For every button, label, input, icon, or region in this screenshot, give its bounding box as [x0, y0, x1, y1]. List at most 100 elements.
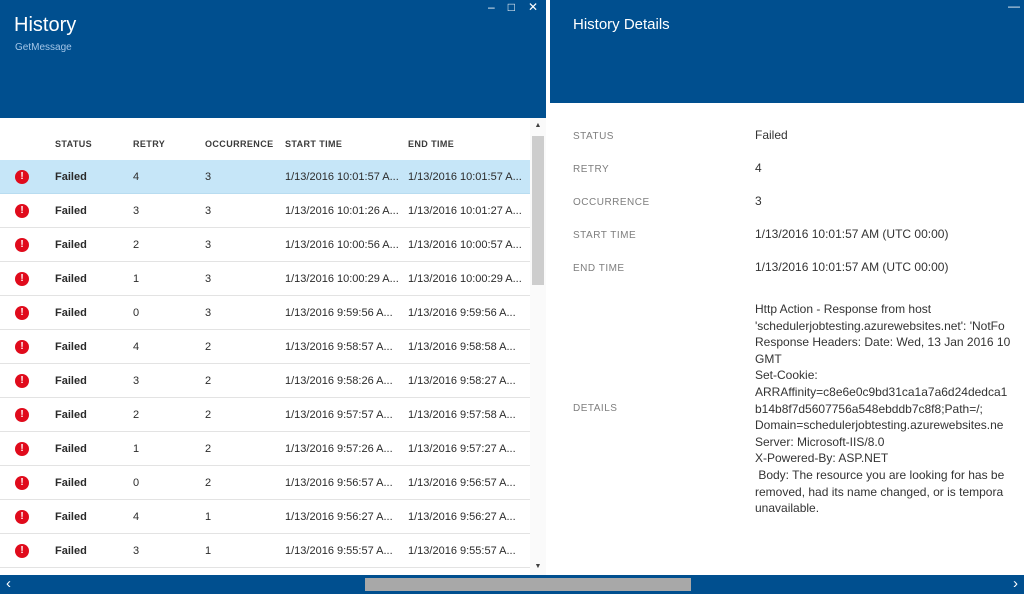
detail-field-label: OCCURRENCE — [573, 197, 650, 208]
row-icon-cell: ! — [14, 305, 55, 320]
table-row[interactable]: ! Failed 2 3 1/13/2016 10:00:56 A... 1/13/201… — [0, 228, 530, 262]
page-title: History — [14, 14, 77, 36]
details-line: GMT — [755, 351, 782, 366]
detail-field: END TIME 1/13/2016 10:01:57 AM (UTC 00:00… — [550, 260, 1024, 293]
row-icon-cell: ! — [14, 203, 55, 218]
row-retry: 2 — [133, 408, 140, 421]
error-icon: ! — [15, 543, 29, 558]
details-fields: STATUS Failed RETRY 4 OCCURRENCE 3 START TIME 1… — [550, 128, 1024, 293]
table-row[interactable]: ! Failed 3 1 1/13/2016 9:55:57 A... 1/13/2016… — [0, 534, 530, 568]
table-row[interactable]: ! Failed 4 2 1/13/2016 9:58:57 A... 1/13/2016… — [0, 330, 530, 364]
column-header-start-time: START TIME — [285, 139, 343, 149]
detail-field: START TIME 1/13/2016 10:01:57 AM (UTC 00:… — [550, 227, 1024, 260]
row-start-time: 1/13/2016 9:57:57 A... — [285, 408, 393, 421]
table-row[interactable]: ! Failed 4 3 1/13/2016 10:01:57 A... 1/13/201… — [0, 160, 530, 194]
history-details-header: History Details — — [550, 0, 1024, 103]
row-start-time: 1/13/2016 9:59:56 A... — [285, 306, 393, 319]
scroll-down-icon[interactable]: ▼ — [530, 559, 546, 575]
row-end-time: 1/13/2016 9:57:27 A... — [408, 442, 516, 455]
row-start-time: 1/13/2016 9:58:26 A... — [285, 374, 393, 387]
row-occurrence: 3 — [205, 204, 212, 217]
row-start-time: 1/13/2016 9:57:26 A... — [285, 442, 393, 455]
detail-field-value: 1/13/2016 10:01:57 AM (UTC 00:00) — [755, 260, 949, 274]
history-details-body: STATUS Failed RETRY 4 OCCURRENCE 3 START TIME 1… — [550, 103, 1024, 575]
row-status: Failed — [55, 238, 87, 251]
row-status: Failed — [55, 408, 87, 421]
vertical-scrollbar-thumb[interactable] — [532, 136, 544, 285]
table-row[interactable]: ! Failed 1 3 1/13/2016 10:00:29 A... 1/13/201… — [0, 262, 530, 296]
table-row[interactable]: ! Failed 3 2 1/13/2016 9:58:26 A... 1/13/2016… — [0, 364, 530, 398]
detail-field-value: Failed — [755, 128, 788, 142]
table-row[interactable]: ! Failed 4 1 1/13/2016 9:56:27 A... 1/13/2016… — [0, 500, 530, 534]
row-icon-cell: ! — [14, 169, 55, 184]
row-occurrence: 2 — [205, 476, 212, 489]
table-row[interactable]: ! Failed 3 3 1/13/2016 10:01:26 A... 1/13/201… — [0, 194, 530, 228]
error-icon: ! — [15, 509, 29, 524]
row-icon-cell: ! — [14, 237, 55, 252]
column-header-status: STATUS — [55, 139, 93, 149]
details-line: removed, had its name changed, or is tem… — [755, 484, 1004, 499]
details-line: Server: Microsoft-IIS/8.0 — [755, 434, 885, 449]
error-icon: ! — [15, 271, 29, 286]
page-subtitle: GetMessage — [15, 42, 72, 53]
row-icon-cell: ! — [14, 339, 55, 354]
scroll-right-icon[interactable]: › — [1013, 575, 1018, 593]
details-line: b14b8f7d5607756a548ebddb7c8f8;Path=/; — [755, 401, 983, 416]
history-table-body: ! Failed 4 3 1/13/2016 10:01:57 A... 1/13/201… — [0, 160, 530, 568]
row-occurrence: 2 — [205, 340, 212, 353]
history-table: STATUS RETRY OCCURRENCE START TIME END T… — [0, 118, 530, 575]
table-row[interactable]: ! Failed 0 2 1/13/2016 9:56:57 A... 1/13/2016… — [0, 466, 530, 500]
table-row[interactable]: ! Failed 1 2 1/13/2016 9:57:26 A... 1/13/2016… — [0, 432, 530, 466]
detail-field-label: END TIME — [573, 263, 625, 274]
row-status: Failed — [55, 204, 87, 217]
row-end-time: 1/13/2016 9:56:57 A... — [408, 476, 516, 489]
scroll-left-icon[interactable]: ‹ — [6, 575, 11, 593]
row-end-time: 1/13/2016 10:00:29 A... — [408, 272, 522, 285]
scroll-up-icon[interactable]: ▲ — [530, 118, 546, 134]
close-icon[interactable]: ✕ — [528, 0, 538, 14]
row-retry: 2 — [133, 238, 140, 251]
row-end-time: 1/13/2016 9:56:27 A... — [408, 510, 516, 523]
row-occurrence: 3 — [205, 238, 212, 251]
row-status: Failed — [55, 476, 87, 489]
row-retry: 3 — [133, 204, 140, 217]
table-row[interactable]: ! Failed 0 3 1/13/2016 9:59:56 A... 1/13/2016… — [0, 296, 530, 330]
horizontal-scrollbar[interactable]: ‹ › — [0, 575, 1024, 594]
row-retry: 0 — [133, 476, 140, 489]
maximize-icon[interactable]: □ — [508, 0, 515, 14]
row-occurrence: 3 — [205, 272, 212, 285]
details-title: History Details — [573, 16, 670, 33]
minimize-icon[interactable]: – — [488, 0, 495, 14]
table-row[interactable]: ! Failed 2 2 1/13/2016 9:57:57 A... 1/13/2016… — [0, 398, 530, 432]
history-table-header: STATUS RETRY OCCURRENCE START TIME END T… — [0, 118, 530, 160]
row-occurrence: 2 — [205, 374, 212, 387]
error-icon: ! — [15, 373, 29, 388]
row-status: Failed — [55, 442, 87, 455]
vertical-scrollbar[interactable]: ▲ ▼ — [530, 118, 546, 575]
row-icon-cell: ! — [14, 543, 55, 558]
row-retry: 4 — [133, 340, 140, 353]
error-icon: ! — [15, 441, 29, 456]
row-start-time: 1/13/2016 9:56:27 A... — [285, 510, 393, 523]
row-end-time: 1/13/2016 9:55:57 A... — [408, 544, 516, 557]
row-end-time: 1/13/2016 10:01:27 A... — [408, 204, 522, 217]
error-icon: ! — [15, 237, 29, 252]
blade-minimize-icon[interactable]: — — [1008, 0, 1020, 12]
error-icon: ! — [15, 339, 29, 354]
row-end-time: 1/13/2016 10:01:57 A... — [408, 170, 522, 183]
row-status: Failed — [55, 170, 87, 183]
row-occurrence: 2 — [205, 408, 212, 421]
horizontal-scrollbar-thumb[interactable] — [365, 578, 691, 591]
row-start-time: 1/13/2016 9:58:57 A... — [285, 340, 393, 353]
row-status: Failed — [55, 306, 87, 319]
column-header-end-time: END TIME — [408, 139, 455, 149]
column-header-retry: RETRY — [133, 139, 166, 149]
row-occurrence: 3 — [205, 306, 212, 319]
row-retry: 0 — [133, 306, 140, 319]
details-line: ARRAffinity=c8e6e0c9bd31ca1a7a6d24dedca1 — [755, 384, 1008, 399]
details-line: unavailable. — [755, 501, 820, 516]
row-icon-cell: ! — [14, 271, 55, 286]
history-details-blade: History Details — STATUS Failed RETRY 4 OCCU… — [550, 0, 1024, 575]
row-occurrence: 1 — [205, 510, 212, 523]
row-start-time: 1/13/2016 10:01:26 A... — [285, 204, 399, 217]
